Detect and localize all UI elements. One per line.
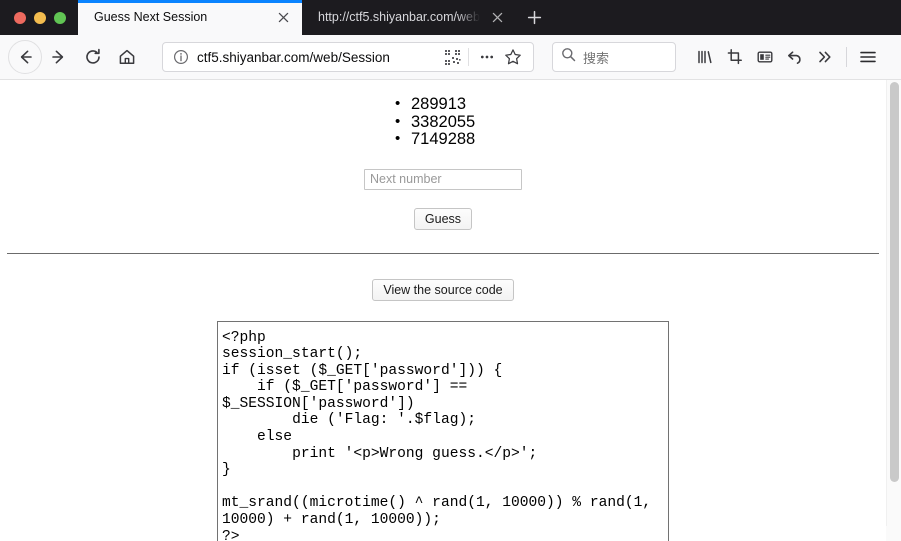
library-icon[interactable] [690,42,720,72]
page-viewport: 289913 3382055 7149288 Guess View the so… [0,80,901,541]
guess-form [0,168,886,190]
tab-title: Guess Next Session [94,10,208,24]
generated-number: 289913 [393,95,493,114]
plus-icon [527,10,541,25]
close-icon[interactable] [270,5,296,31]
list-item: 289913 [0,95,886,114]
home-button[interactable] [110,40,144,74]
view-source-code-button[interactable]: View the source code [372,278,514,301]
generated-numbers-list: 289913 3382055 7149288 [0,95,886,149]
source-code-box: <?php session_start(); if (isset ($_GET[… [217,320,669,541]
source-code-text: <?php session_start(); if (isset ($_GET[… [222,329,652,541]
back-button[interactable] [8,40,42,74]
forward-button[interactable] [42,40,76,74]
vertical-scrollbar-thumb[interactable] [890,82,899,482]
list-item: 7149288 [0,130,886,149]
tab-title: http://ctf5.shiyanbar.com/web/Sess [318,10,480,24]
overflow-chevrons-icon[interactable] [810,42,840,72]
close-icon[interactable] [484,5,510,31]
hamburger-menu-icon[interactable] [853,42,883,72]
view-source-row: View the source code [0,278,886,301]
toolbar-right [690,42,883,72]
search-icon [561,47,576,67]
tab-strip: Guess Next Session http://ctf5.shiyanbar… [0,0,901,35]
tab-ctf5-session[interactable]: http://ctf5.shiyanbar.com/web/Sess [302,0,516,35]
screenshot-icon[interactable] [720,42,750,72]
reload-icon [86,48,100,64]
arrow-right-icon [52,50,64,64]
reload-button[interactable] [76,40,110,74]
guess-button-row: Guess [0,207,886,230]
minimize-window-button[interactable] [34,11,46,24]
zoom-window-button[interactable] [54,11,66,24]
vertical-scrollbar[interactable] [886,80,901,541]
tab-list: Guess Next Session http://ctf5.shiyanbar… [78,0,901,35]
source-code-wrapper: <?php session_start(); if (isset ($_GET[… [0,320,886,541]
page-content: 289913 3382055 7149288 Guess View the so… [0,80,886,541]
close-window-button[interactable] [14,11,26,24]
url-bar[interactable]: ctf5.shiyanbar.com/web/Session [162,42,534,72]
toolbar-separator [846,47,847,67]
generated-number: 7149288 [393,130,493,149]
home-icon [119,49,135,64]
new-tab-button[interactable] [516,0,552,35]
generated-number: 3382055 [393,113,493,132]
tab-guess-next-session[interactable]: Guess Next Session [78,0,302,35]
navigation-toolbar: ctf5.shiyanbar.com/web/Session 搜索 [0,35,901,80]
list-item: 3382055 [0,113,886,132]
url-text: ctf5.shiyanbar.com/web/Session [197,49,390,65]
guess-button[interactable]: Guess [413,207,473,230]
reader-view-icon[interactable] [750,42,780,72]
undo-close-tab-icon[interactable] [780,42,810,72]
qr-code-icon[interactable] [440,45,464,69]
arrow-left-icon [20,50,32,64]
search-input[interactable]: 搜索 [583,48,609,67]
ellipsis-icon[interactable] [475,45,499,69]
scrollbar-corner [886,526,901,541]
star-icon[interactable] [501,45,525,69]
url-separator [468,48,469,66]
search-bar[interactable]: 搜索 [552,42,676,72]
browser-window: Guess Next Session http://ctf5.shiyanbar… [0,0,901,541]
next-number-input[interactable] [364,168,522,190]
window-controls [0,0,78,35]
horizontal-divider [7,252,879,254]
info-circle-icon[interactable] [173,49,189,65]
